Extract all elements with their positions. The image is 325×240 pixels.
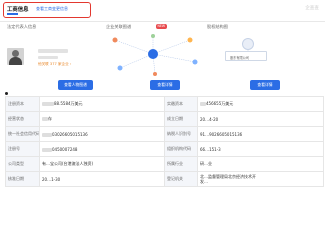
field-key: 注册资本 — [5, 96, 40, 112]
field-value: 存 — [39, 111, 165, 127]
change-history-link[interactable]: 查看工商变更信息 — [36, 6, 68, 12]
watermark: 企查查 — [305, 6, 319, 11]
table-row: 公司类型 有…宝公司(台港澳法人独资) 所属行业 研…业 — [5, 156, 324, 172]
graph-node — [192, 59, 198, 65]
section-header: 工商信息 查看工商变更信息 企查查 — [0, 0, 325, 22]
graph-node — [117, 65, 123, 71]
field-key: 纳税人识别号 — [164, 126, 198, 142]
field-value: 91…9026605015136 — [197, 126, 324, 142]
field-key: 经营状态 — [5, 111, 40, 127]
field-value: 北…监督管理局北京经济技术开 发… — [197, 171, 324, 187]
field-key: 注册号 — [5, 141, 40, 157]
equity-node-label: 股东有限公司 — [230, 55, 250, 60]
person-graph-button[interactable]: 查看人物图谱 — [58, 80, 93, 90]
table-row: 统一社会信用代码 03026605015136 纳税人识别号 91…902660… — [5, 126, 324, 142]
title-underline — [7, 13, 18, 15]
graph-node — [153, 72, 157, 76]
business-info-table: 注册资本 88.5584万美元 实缴资本 456655万美元 经营状态 存 成立… — [5, 96, 324, 187]
field-value: 66…151-3 — [197, 141, 324, 157]
graph-node — [187, 37, 193, 43]
table-row: 经营状态 存 成立日期 20…4-20 — [5, 111, 324, 127]
graph-node — [112, 37, 118, 43]
field-key: 公司类型 — [5, 156, 40, 172]
field-key: 组织机构代码 — [164, 141, 198, 157]
field-value: 研…业 — [197, 156, 324, 172]
equity-node-box[interactable]: 股东有限公司 — [225, 51, 267, 61]
field-value: 03026605015136 — [39, 126, 165, 142]
relations-detail-button[interactable]: 查看详情 — [150, 80, 180, 90]
field-value: 20…4-20 — [197, 111, 324, 127]
field-value-line: 发… — [200, 179, 208, 184]
field-key: 实缴资本 — [164, 96, 198, 112]
center-node — [148, 49, 158, 59]
equity-heading: 股权结构图 — [207, 24, 228, 29]
field-value: 20…1-30 — [39, 171, 165, 187]
section-title: 工商信息 — [7, 7, 29, 13]
field-key: 统一社会信用代码 — [5, 126, 40, 142]
masked-title — [38, 56, 58, 59]
field-value: 有…宝公司(台港澳法人独资) — [39, 156, 165, 172]
field-key: 登记机关 — [164, 171, 198, 187]
relations-graph[interactable] — [95, 32, 210, 77]
field-key: 核准日期 — [5, 171, 40, 187]
field-value: 0450007248 — [39, 141, 165, 157]
graph-node — [151, 34, 155, 38]
bullet-marker — [5, 92, 8, 95]
field-key: 成立日期 — [164, 111, 198, 127]
masked-name — [38, 49, 68, 53]
avatar — [7, 48, 24, 65]
relations-heading: 企业关联图谱 — [106, 24, 132, 29]
field-value: 456655万美元 — [197, 96, 324, 112]
field-value: 88.5584万美元 — [39, 96, 165, 112]
table-row: 注册号 0450007248 组织机构代码 66…151-3 — [5, 141, 324, 157]
new-badge: NEW — [156, 24, 167, 29]
table-row: 核准日期 20…1-30 登记机关 北…监督管理局北京经济技术开 发… — [5, 171, 324, 187]
related-companies-link[interactable]: 他关联 377 家企业 › — [38, 62, 71, 67]
table-row: 注册资本 88.5584万美元 实缴资本 456655万美元 — [5, 96, 324, 112]
field-key: 所属行业 — [164, 156, 198, 172]
legal-rep-heading: 法定代表人信息 — [7, 24, 37, 29]
equity-detail-button[interactable]: 查看详情 — [250, 80, 280, 90]
